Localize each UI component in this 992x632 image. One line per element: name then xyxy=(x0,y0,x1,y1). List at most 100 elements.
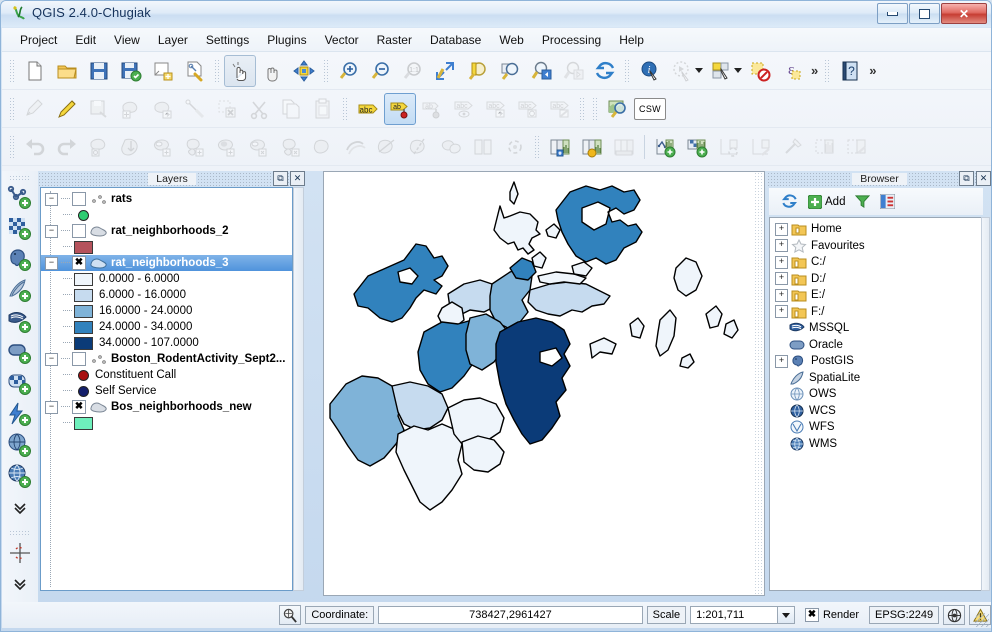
crs-globe-button[interactable] xyxy=(943,605,966,625)
minimize-button[interactable] xyxy=(877,3,908,24)
add-vector-layer-button[interactable] xyxy=(5,183,35,213)
add-spatialite-layer-button[interactable] xyxy=(5,276,35,306)
browser-item-wms[interactable]: WMS xyxy=(770,436,982,453)
add-mssql-layer-button[interactable] xyxy=(5,307,35,337)
add-wfs-layer-button[interactable] xyxy=(5,431,35,461)
add-oracle-layer-button[interactable] xyxy=(5,338,35,368)
open-field-calculator-button[interactable] xyxy=(576,131,608,163)
menu-plugins[interactable]: Plugins xyxy=(258,30,315,50)
metasearch-button[interactable] xyxy=(602,93,634,125)
open-project-button[interactable] xyxy=(51,55,83,87)
filter-legend-button[interactable] xyxy=(279,605,302,625)
add-postgis-layer-button[interactable] xyxy=(5,245,35,275)
save-project-as-button[interactable] xyxy=(115,55,147,87)
expand-icon[interactable]: + xyxy=(775,305,788,319)
browser-item-postgis[interactable]: + PostGIS xyxy=(770,353,982,370)
chevron-down-icon[interactable] xyxy=(776,607,794,623)
new-memory-layer-button[interactable] xyxy=(681,131,713,163)
layers-undock-icon[interactable]: ⧉ xyxy=(273,171,288,186)
map-canvas[interactable] xyxy=(323,171,765,596)
browser-refresh-button[interactable] xyxy=(781,193,798,210)
layer-visibility-checkbox[interactable]: ✖ xyxy=(72,400,86,414)
composer-manager-button[interactable] xyxy=(179,55,211,87)
deselect-features-button[interactable] xyxy=(744,55,776,87)
refresh-button[interactable] xyxy=(589,55,621,87)
browser-panel-scrollbar[interactable] xyxy=(981,217,990,591)
left-toolbar-overflow-button[interactable] xyxy=(5,569,35,599)
layers-panel-scrollbar[interactable] xyxy=(293,187,304,591)
browser-item-oracle[interactable]: Oracle xyxy=(770,337,982,354)
layer-visibility-checkbox[interactable] xyxy=(72,352,86,366)
layer-visibility-checkbox[interactable] xyxy=(72,192,86,206)
help-contents-button[interactable]: ? xyxy=(834,55,866,87)
coordinate-input[interactable]: 738427,2961427 xyxy=(378,606,643,624)
save-project-button[interactable] xyxy=(83,55,115,87)
browser-add-button[interactable]: Add xyxy=(808,194,845,209)
layer-row-rats[interactable]: − rats xyxy=(41,191,292,207)
browser-filter-button[interactable] xyxy=(855,194,871,209)
left-toolbar-overflow-button[interactable] xyxy=(5,493,35,523)
menu-settings[interactable]: Settings xyxy=(197,30,258,50)
expand-icon[interactable]: − xyxy=(45,352,58,366)
toolbar-grip[interactable] xyxy=(579,96,586,121)
browser-item-mssql[interactable]: MSSQL xyxy=(770,320,982,337)
scale-combobox[interactable]: 1:201,711 xyxy=(690,606,795,624)
expand-icon[interactable]: − xyxy=(45,256,58,270)
expand-icon[interactable]: − xyxy=(45,224,58,238)
layers-tree[interactable]: − rats − rat_neighborhoods_2 − ✖ rat_nei… xyxy=(40,187,293,591)
browser-item-d-drive[interactable]: + D:/ xyxy=(770,271,982,288)
layers-close-icon[interactable]: ✕ xyxy=(290,171,305,186)
browser-item-favourites[interactable]: + Favourites xyxy=(770,238,982,255)
close-button[interactable]: ✕ xyxy=(941,3,987,24)
touch-zoom-pan-button[interactable] xyxy=(224,54,256,87)
add-raster-layer-button[interactable] xyxy=(5,214,35,244)
browser-item-ows[interactable]: OWS xyxy=(770,386,982,403)
menu-vector[interactable]: Vector xyxy=(316,30,368,50)
browser-item-home[interactable]: + Home xyxy=(770,221,982,238)
expand-icon[interactable]: + xyxy=(775,239,788,253)
menu-database[interactable]: Database xyxy=(421,30,490,50)
zoom-to-layer-button[interactable] xyxy=(493,55,525,87)
add-wms-layer-button[interactable] xyxy=(5,462,35,492)
browser-item-f-drive[interactable]: + F:/ xyxy=(770,304,982,321)
layer-visibility-checkbox[interactable] xyxy=(72,224,86,238)
toolbar-grip[interactable] xyxy=(214,58,221,83)
toolbar-grip[interactable] xyxy=(9,530,31,536)
menu-edit[interactable]: Edit xyxy=(66,30,105,50)
csw-button[interactable]: CSW xyxy=(634,97,666,120)
select-features-button[interactable] xyxy=(705,55,737,87)
identify-features-button[interactable]: i xyxy=(634,55,666,87)
browser-item-spatialite[interactable]: SpatiaLite xyxy=(770,370,982,387)
layer-row-boston-rodentactivity[interactable]: − Boston_RodentActivity_Sept2... xyxy=(41,351,292,367)
restore-button[interactable] xyxy=(909,3,940,24)
browser-undock-icon[interactable]: ⧉ xyxy=(959,171,974,186)
layer-row-rat-neighborhoods-3[interactable]: − ✖ rat_neighborhoods_3 xyxy=(41,255,292,271)
new-project-button[interactable] xyxy=(19,55,51,87)
layer-visibility-checkbox[interactable]: ✖ xyxy=(72,256,86,270)
toolbar-overflow-button[interactable]: » xyxy=(866,63,879,78)
toolbar-grip[interactable] xyxy=(9,175,31,181)
toolbar-grip[interactable] xyxy=(9,58,16,83)
menu-project[interactable]: Project xyxy=(11,30,66,50)
menu-layer[interactable]: Layer xyxy=(149,30,197,50)
zoom-to-selection-button[interactable] xyxy=(461,55,493,87)
menu-raster[interactable]: Raster xyxy=(368,30,421,50)
label-button[interactable]: abc xyxy=(352,93,384,125)
toolbar-grip[interactable] xyxy=(323,58,330,83)
expand-icon[interactable]: − xyxy=(45,400,58,414)
browser-item-wcs[interactable]: WCS xyxy=(770,403,982,420)
open-attribute-table-button[interactable] xyxy=(544,131,576,163)
pin-labels-button[interactable]: ab xyxy=(384,92,416,125)
toggle-editing-button[interactable] xyxy=(51,93,83,125)
expand-icon[interactable]: + xyxy=(775,272,788,286)
toolbar-grip[interactable] xyxy=(624,58,631,83)
select-by-expression-button[interactable]: ε xyxy=(776,55,808,87)
layer-row-rat-neighborhoods-2[interactable]: − rat_neighborhoods_2 xyxy=(41,223,292,239)
browser-item-wfs[interactable]: WFS xyxy=(770,419,982,436)
menu-help[interactable]: Help xyxy=(610,30,653,50)
browser-close-icon[interactable]: ✕ xyxy=(976,171,991,186)
menu-processing[interactable]: Processing xyxy=(533,30,610,50)
expand-icon[interactable]: + xyxy=(775,354,788,368)
toolbar-grip[interactable] xyxy=(824,58,832,83)
layer-row-bos-neighborhoods-new[interactable]: − ✖ Bos_neighborhoods_new xyxy=(41,399,292,415)
